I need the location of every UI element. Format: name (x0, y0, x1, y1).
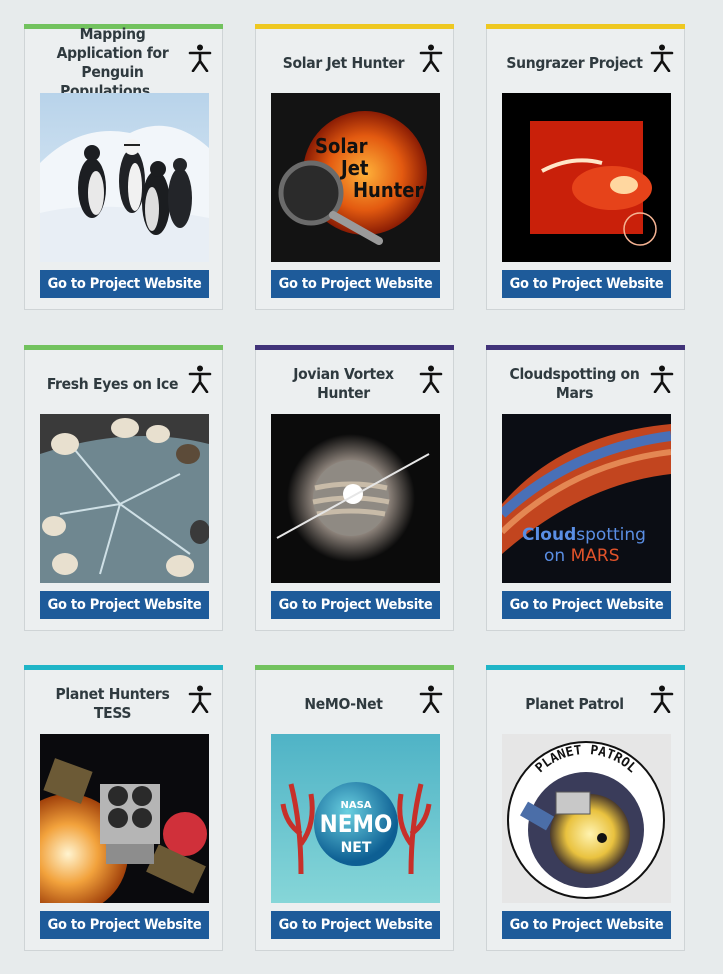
card-accent-bar (255, 24, 454, 29)
card-accent-bar (24, 345, 223, 350)
go-to-project-button[interactable]: Go to Project Website (40, 911, 209, 939)
go-to-project-button[interactable]: Go to Project Website (40, 591, 209, 619)
cloud-word: Cloud (522, 525, 576, 545)
project-card: Mapping Application for Penguin Populati… (24, 24, 223, 310)
project-card: Cloudspotting on Mars Cloudspotting on M… (486, 345, 685, 631)
project-card: Sungrazer Project Go to Project Website (486, 24, 685, 310)
project-card: Solar Jet Hunter Solar Jet Hunter Go to … (255, 24, 454, 310)
accessibility-person-icon (419, 365, 443, 394)
go-to-project-button[interactable]: Go to Project Website (502, 270, 671, 298)
card-title: Cloudspotting on Mars (509, 365, 640, 402)
card-accent-bar (255, 665, 454, 670)
accessibility-person-icon (650, 44, 674, 73)
nemo-word: NEMO (320, 810, 393, 838)
projects-grid: Mapping Application for Penguin Populati… (0, 0, 723, 974)
project-card: Planet Hunters TESS Go to Project Websit… (24, 665, 223, 951)
svg-text:on MARS: on MARS (544, 546, 620, 566)
project-image-solar-jet[interactable]: Solar Jet Hunter (271, 93, 440, 262)
go-to-project-button[interactable]: Go to Project Website (271, 591, 440, 619)
mars-word: MARS (571, 546, 620, 566)
card-title: Solar Jet Hunter (282, 53, 405, 72)
accessibility-person-icon (419, 44, 443, 73)
project-card: Fresh Eyes on Ice Go to Project Website (24, 345, 223, 631)
accessibility-person-icon (188, 365, 212, 394)
accessibility-person-icon (650, 685, 674, 714)
project-image-fresh-eyes-ice[interactable] (40, 414, 209, 583)
jet-word: Jet (340, 156, 369, 180)
card-accent-bar (24, 665, 223, 670)
card-accent-bar (486, 345, 685, 350)
card-title: Planet Hunters TESS (55, 685, 170, 722)
svg-text:Cloudspotting: Cloudspotting (522, 525, 646, 545)
project-image-planet-patrol[interactable]: PLANET PATROL (502, 734, 671, 903)
card-title: Jovian Vortex Hunter (293, 365, 394, 402)
card-title: Mapping Application for Penguin Populati… (56, 25, 169, 100)
go-to-project-button[interactable]: Go to Project Website (502, 911, 671, 939)
project-image-planet-hunters-tess[interactable] (40, 734, 209, 903)
net-word: NET (341, 840, 372, 856)
project-card: Jovian Vortex Hunter Go to Project Websi… (255, 345, 454, 631)
card-title: Sungrazer Project (506, 53, 643, 72)
on-word: on (544, 546, 571, 566)
project-card: Planet Patrol PLANET PATROL Go to Projec… (486, 665, 685, 951)
project-image-jovian-vortex[interactable] (271, 414, 440, 583)
project-image-cloudspotting-mars[interactable]: Cloudspotting on MARS (502, 414, 671, 583)
project-image-sungrazer[interactable] (502, 93, 671, 262)
card-accent-bar (486, 24, 685, 29)
hunter-word: Hunter (353, 178, 423, 202)
card-title: Fresh Eyes on Ice (46, 374, 179, 393)
accessibility-person-icon (188, 44, 212, 73)
go-to-project-button[interactable]: Go to Project Website (502, 591, 671, 619)
accessibility-person-icon (419, 685, 443, 714)
project-image-penguins[interactable] (40, 93, 209, 262)
card-title: Planet Patrol (525, 694, 624, 713)
solar-word: Solar (315, 134, 368, 158)
spotting-word: spotting (576, 525, 646, 545)
accessibility-person-icon (188, 685, 212, 714)
project-card: NeMO-Net NASA NEMO NET Go to Project Web… (255, 665, 454, 951)
card-accent-bar (255, 345, 454, 350)
go-to-project-button[interactable]: Go to Project Website (40, 270, 209, 298)
go-to-project-button[interactable]: Go to Project Website (271, 911, 440, 939)
accessibility-person-icon (650, 365, 674, 394)
go-to-project-button[interactable]: Go to Project Website (271, 270, 440, 298)
card-accent-bar (486, 665, 685, 670)
card-title: NeMO-Net (304, 694, 383, 713)
project-image-nemo-net[interactable]: NASA NEMO NET (271, 734, 440, 903)
